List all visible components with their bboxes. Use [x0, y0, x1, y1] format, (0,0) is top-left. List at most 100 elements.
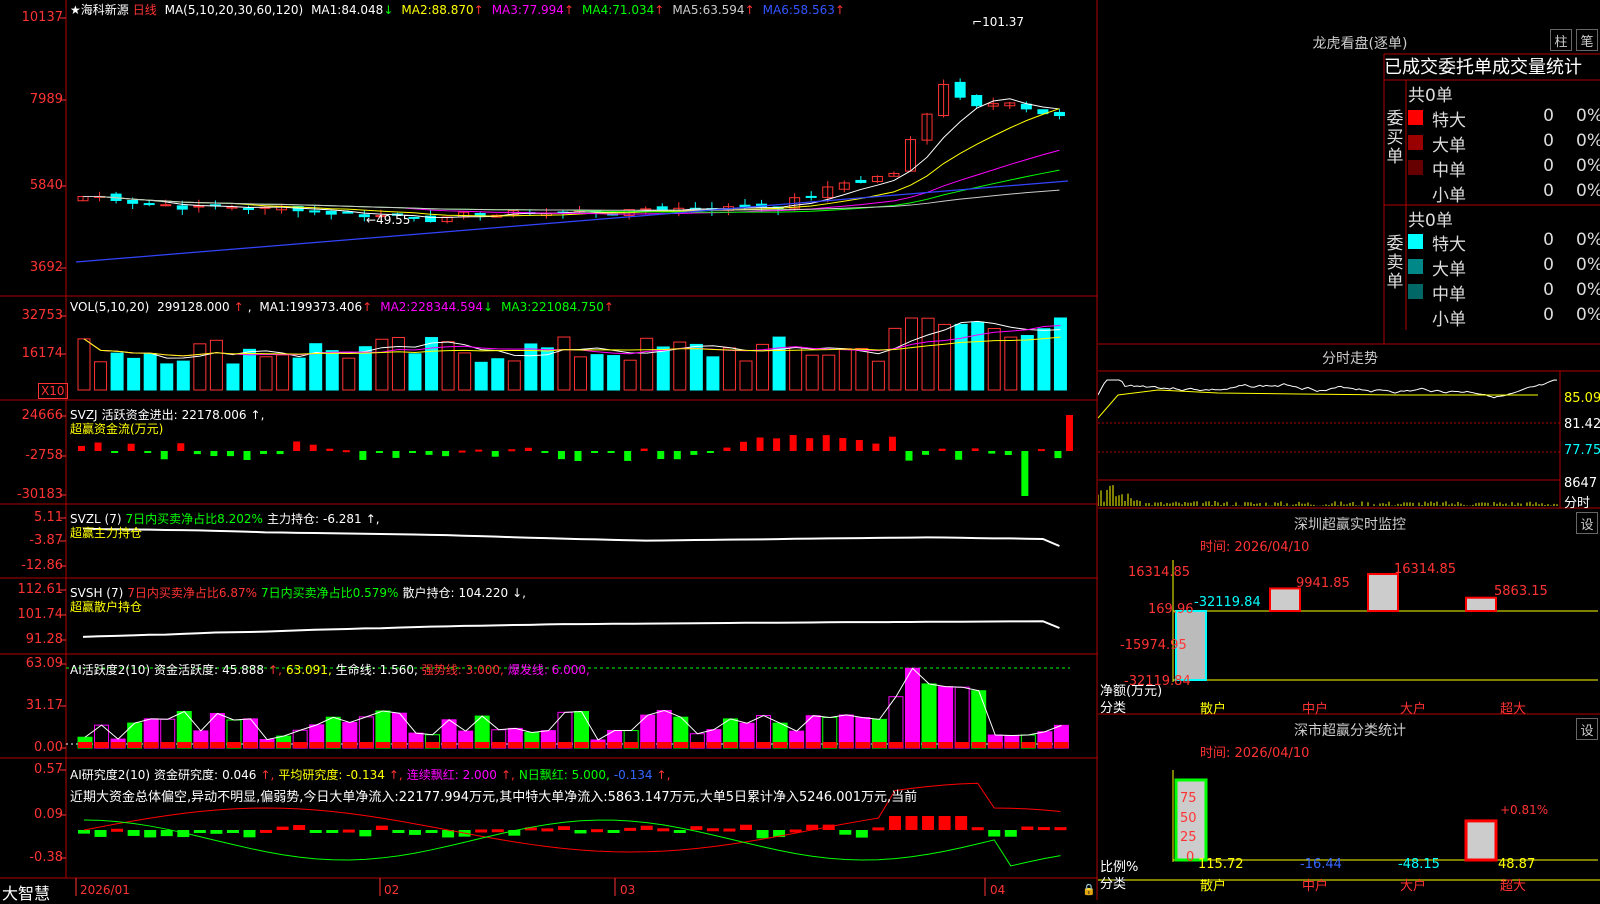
- fund-flow-bar: [1021, 451, 1029, 496]
- research-bar: [557, 826, 570, 830]
- monitor-settings-button[interactable]: 设: [1576, 512, 1598, 534]
- volume-bar: [938, 323, 952, 391]
- ma-label: MA1:: [311, 3, 342, 17]
- kline-chart-area[interactable]: [0, 0, 1098, 900]
- row-percent: 0%: [1576, 106, 1600, 126]
- fund-flow-bar: [293, 441, 301, 451]
- activity-base: [541, 742, 556, 748]
- activity-base: [442, 742, 457, 748]
- period-label[interactable]: 日线: [133, 3, 157, 17]
- activity-base: [706, 742, 721, 748]
- activity-base: [458, 742, 473, 748]
- buy-row-2[interactable]: 中单 0 0%: [1406, 156, 1600, 181]
- sell-row-2[interactable]: 中单 0 0%: [1406, 280, 1600, 305]
- svzl-value: -6.281: [323, 512, 362, 526]
- stock-name[interactable]: ★海科新源: [70, 3, 129, 17]
- tick-mode-button[interactable]: 笔: [1576, 29, 1598, 51]
- fund-flow-bar: [210, 451, 218, 457]
- volume-bar: [1053, 317, 1067, 391]
- research-bar: [359, 830, 372, 837]
- vol-ytick-0: 32753: [21, 308, 63, 323]
- activity-base: [524, 742, 539, 748]
- fund-flow-bar: [855, 439, 863, 451]
- monitor-ytick-0: 16314.85: [1128, 565, 1191, 580]
- activity-bar: [971, 690, 987, 749]
- stats-settings-button[interactable]: 设: [1576, 718, 1598, 740]
- ma-num: 71.034: [612, 3, 655, 17]
- bar-mode-button[interactable]: 柱: [1550, 29, 1572, 51]
- research-bar: [673, 830, 686, 833]
- svsh-ratio2: 7日内买卖净占比0.579%: [261, 586, 399, 600]
- lock-icon[interactable]: 🔒: [1082, 883, 1096, 896]
- ma-def: MA(5,10,20,30,60,120): [164, 3, 304, 17]
- research-bar: [905, 816, 918, 830]
- color-swatch: [1408, 259, 1423, 274]
- ma5-line: [82, 98, 1060, 218]
- activity-base: [193, 742, 208, 748]
- buy-row-1[interactable]: 大单 0 0%: [1406, 131, 1600, 156]
- svzj-arrow: ↑,: [250, 408, 265, 422]
- ma-num: 58.563: [792, 3, 835, 17]
- research-bar: [706, 828, 719, 832]
- monitor-ytick-1: 169.96: [1148, 602, 1194, 617]
- candle-body: [127, 199, 139, 204]
- activity-base: [94, 742, 109, 748]
- vol-unit-badge[interactable]: X10: [38, 383, 68, 399]
- color-swatch: [1408, 185, 1423, 200]
- vol-ytick-1: 16174: [21, 346, 63, 361]
- activity-base: [276, 742, 291, 748]
- row-percent: 0%: [1576, 280, 1600, 300]
- svzl-ratio: 7日内买卖净占比8.202%: [125, 512, 263, 526]
- stats-value-1: -16.44: [1300, 857, 1342, 872]
- activity-base: [756, 742, 771, 748]
- sell-row-3[interactable]: 小单 0 0%: [1406, 305, 1600, 330]
- ma4-value: MA4:71.034↑: [582, 3, 668, 17]
- research-bar: [607, 830, 620, 833]
- ai2-label: 资金研究度:: [154, 768, 219, 782]
- main-header: ★海科新源 日线 MA(5,10,20,30,60,120) MA1:84.048…: [70, 1, 857, 18]
- research-bar: [375, 825, 388, 830]
- research-bar: [922, 816, 935, 830]
- row-percent: 0%: [1576, 255, 1600, 275]
- candle-body: [243, 207, 254, 210]
- xaxis-label-mar: 03: [620, 883, 636, 897]
- ma-arrow: ↑: [563, 3, 574, 17]
- sell-row-0[interactable]: 特大 0 0%: [1406, 230, 1600, 255]
- volume-bar: [590, 354, 604, 391]
- ai1-def: AI活跃度2(10): [70, 663, 151, 677]
- fund-flow-bar: [624, 451, 632, 461]
- monitor-category-2: 大户: [1400, 702, 1427, 717]
- candle-body: [1020, 103, 1032, 110]
- research-bar: [723, 828, 736, 832]
- sell-row-1[interactable]: 大单 0 0%: [1406, 255, 1600, 280]
- ai2-arrow: ↑,: [260, 768, 275, 782]
- stats-category-2: 大户: [1400, 879, 1427, 894]
- vol-ma-label: MA3:: [501, 300, 532, 314]
- activity-base: [226, 742, 241, 748]
- stats-value-3: 48.87: [1498, 857, 1536, 872]
- buy-row-3[interactable]: 小单 0 0%: [1406, 181, 1600, 206]
- activity-base: [657, 742, 672, 748]
- ma-arrow: ↑: [834, 3, 845, 17]
- candle-body: [342, 211, 354, 214]
- vol-ma-arrow: ↓: [483, 300, 494, 314]
- volume-bar: [607, 355, 621, 391]
- fund-flow-bar: [177, 443, 185, 451]
- ma-arrow: ↑: [744, 3, 755, 17]
- ai1-value: 45.888: [222, 663, 265, 677]
- ai1-v2: 63.091,: [285, 663, 332, 677]
- volume-bar: [491, 358, 505, 391]
- fund-flow-bar: [458, 450, 466, 453]
- buy-row-0[interactable]: 特大 0 0%: [1406, 106, 1600, 131]
- ai1-burst: 爆发线: 6.000,: [507, 663, 590, 677]
- fund-flow-bar: [160, 451, 168, 460]
- research-bar: [756, 830, 769, 839]
- fund-flow-bar: [342, 450, 350, 453]
- volume-bar: [574, 356, 587, 391]
- fund-flow-bar: [1004, 451, 1012, 456]
- volume-bar: [689, 343, 703, 391]
- stats-bar-annotation: +0.81%: [1500, 803, 1549, 817]
- activity-base: [375, 742, 390, 748]
- svsh-arrow: ↓,: [512, 586, 526, 600]
- research-bar: [574, 830, 587, 834]
